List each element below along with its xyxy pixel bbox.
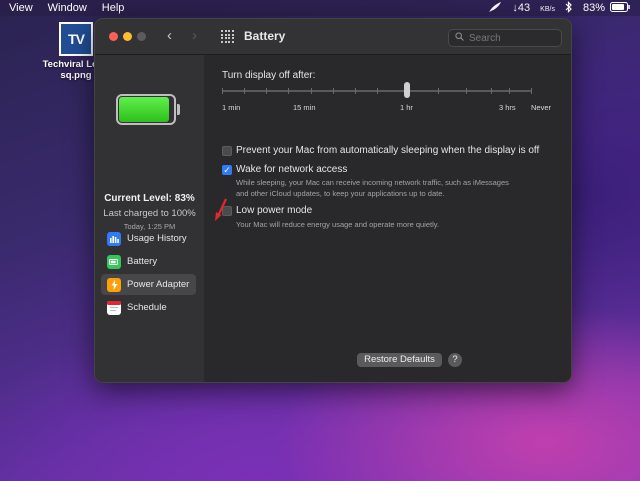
sidebar-item-label: Usage History: [127, 233, 187, 244]
slider-tick: [244, 88, 245, 94]
tick-label-1-hr: 1 hr: [400, 103, 413, 112]
last-charged: Last charged to 100%: [103, 208, 196, 219]
network-speed-value: ↓43: [512, 2, 531, 14]
search-placeholder: Search: [469, 32, 501, 44]
image-file-icon: TV: [59, 22, 93, 56]
close-button[interactable]: [109, 32, 118, 41]
restore-defaults-button[interactable]: Restore Defaults: [357, 353, 442, 367]
prevent-sleep-label[interactable]: Prevent your Mac from automatically slee…: [236, 145, 539, 156]
slider-tick: [466, 88, 467, 94]
minimize-button[interactable]: [123, 32, 132, 41]
sidebar-item-usage-history[interactable]: Usage History: [101, 228, 196, 249]
sidebar-item-label: Schedule: [127, 302, 167, 313]
menu-bar: View Window Help ↓43 KB/s 83%: [0, 0, 640, 16]
slider-tick: [311, 88, 312, 94]
slider-tick: [491, 88, 492, 94]
battery-percent: 83%: [582, 2, 605, 14]
back-chevron-icon[interactable]: ‹: [167, 27, 172, 44]
sidebar-item-label: Power Adapter: [127, 279, 190, 290]
battery-icon: [107, 254, 121, 269]
forward-chevron-icon[interactable]: ›: [192, 27, 197, 44]
slider-tick: [266, 88, 267, 94]
menu-help[interactable]: Help: [102, 2, 125, 14]
display-off-label: Turn display off after:: [222, 70, 316, 81]
menu-extras: ↓43 KB/s 83%: [488, 0, 640, 16]
network-speed[interactable]: ↓43 KB/s: [512, 2, 555, 14]
battery-level-fill: [119, 97, 169, 122]
slider-tick: [288, 88, 289, 94]
help-button[interactable]: ?: [448, 353, 462, 367]
sidebar: Current Level: 83% Last charged to 100% …: [95, 55, 204, 382]
tick-label-3-hrs: 3 hrs: [499, 103, 516, 112]
usage-history-icon: [107, 231, 121, 246]
power-adapter-icon: [107, 277, 121, 292]
low-power-label[interactable]: Low power mode: [236, 205, 312, 216]
current-level: Current Level: 83%: [104, 193, 195, 204]
zoom-button[interactable]: [137, 32, 146, 41]
menu-window[interactable]: Window: [48, 2, 87, 14]
search-icon: [455, 32, 464, 44]
wake-network-description: While sleeping, your Mac can receive inc…: [236, 177, 509, 199]
prevent-sleep-checkbox[interactable]: [222, 146, 232, 156]
tick-label-15-min: 15 min: [293, 103, 316, 112]
description-line: and other iCloud updates, to keep your a…: [236, 189, 445, 198]
feather-icon[interactable]: [488, 1, 502, 16]
show-all-grid-icon[interactable]: [221, 30, 234, 43]
tick-label-1-min: 1 min: [222, 103, 241, 112]
wake-network-label[interactable]: Wake for network access: [236, 164, 347, 175]
slider-tick: [333, 88, 334, 94]
annotation-arrow-icon: [215, 198, 227, 221]
slider-tick: [377, 88, 378, 94]
battery-preferences-window: ‹ › Battery Search Current Level: 83% La…: [94, 18, 572, 383]
search-field[interactable]: Search: [448, 29, 562, 47]
window-title: Battery: [244, 29, 286, 43]
slider-tick: [531, 88, 532, 94]
sidebar-item-power-adapter[interactable]: Power Adapter: [101, 274, 196, 295]
sidebar-item-battery[interactable]: Battery: [101, 251, 196, 272]
low-power-description: Your Mac will reduce energy usage and op…: [236, 220, 440, 229]
title-bar: ‹ › Battery Search: [95, 19, 571, 55]
sidebar-item-schedule[interactable]: Schedule: [101, 297, 196, 318]
slider-tick: [438, 88, 439, 94]
slider-tick: [509, 88, 510, 94]
slider-tick: [355, 88, 356, 94]
wake-network-checkbox[interactable]: ✓: [222, 165, 232, 175]
tick-label-never: Never: [531, 103, 552, 112]
calendar-icon: [107, 300, 121, 315]
menu-view[interactable]: View: [9, 2, 33, 14]
large-battery-icon: [116, 94, 180, 126]
network-speed-unit: KB/s: [540, 6, 555, 13]
description-line: While sleeping, your Mac can receive inc…: [236, 178, 509, 187]
file-thumbnail-logo: TV: [61, 24, 91, 54]
bluetooth-icon[interactable]: [565, 0, 573, 16]
sidebar-item-label: Battery: [127, 256, 158, 267]
menu-battery-icon[interactable]: [610, 1, 630, 15]
slider-tick: [222, 88, 223, 94]
slider-thumb[interactable]: [404, 82, 410, 98]
main-pane: Turn display off after: 1 min 15 min 1 h…: [205, 55, 571, 382]
